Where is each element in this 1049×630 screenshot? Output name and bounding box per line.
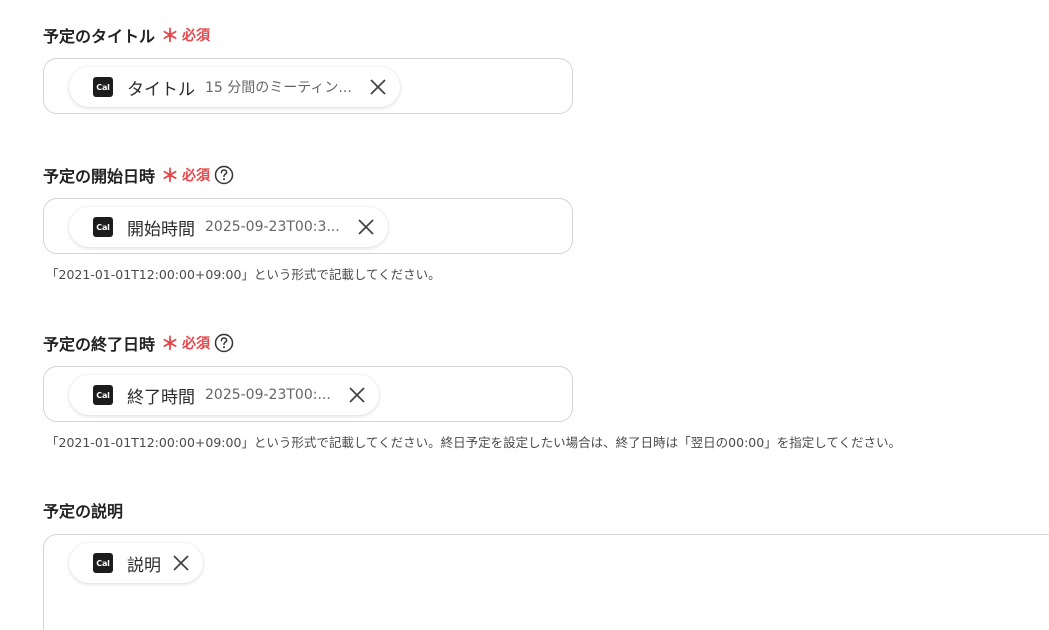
chip-value: 15 分間のミーティン... [205,80,352,96]
title-field-label: 予定のタイトル ＊ 必須 [43,22,210,48]
help-icon[interactable] [214,165,234,185]
close-icon[interactable] [368,77,388,97]
cal-logo-icon: Cal [93,385,113,405]
cal-logo-icon: Cal [93,77,113,97]
chip-name: 終了時間 [127,387,195,408]
required-star: ＊ [161,166,180,187]
close-icon[interactable] [347,385,367,405]
required-star: ＊ [161,26,180,47]
end-label-text: 予定の終了日時 [43,335,156,354]
close-icon[interactable] [171,553,191,573]
chip-name: タイトル [127,79,195,100]
cal-logo-icon: Cal [93,553,113,573]
cal-logo-icon: Cal [93,217,113,237]
required-star: ＊ [161,334,180,355]
required-badge: 必須 [182,168,211,184]
title-label-text: 予定のタイトル [43,27,156,46]
chip-name: 開始時間 [127,219,195,240]
form-page: 予定のタイトル ＊ 必須 Cal タイトル 15 分間のミーティン... 予定の… [0,0,1049,630]
close-icon[interactable] [356,217,376,237]
start-variable-chip[interactable]: Cal 開始時間 2025-09-23T00:3... [69,207,388,247]
start-datetime-input[interactable]: Cal 開始時間 2025-09-23T00:3... [43,198,573,254]
end-format-hint: 「2021-01-01T12:00:00+09:00」という形式で記載してくださ… [46,435,901,450]
chip-value: 2025-09-23T00:3... [205,219,340,235]
description-textarea[interactable]: Cal 説明 [43,534,1049,630]
end-datetime-input[interactable]: Cal 終了時間 2025-09-23T00:... [43,366,573,422]
start-label-text: 予定の開始日時 [43,167,156,186]
title-input[interactable]: Cal タイトル 15 分間のミーティン... [43,58,573,114]
end-variable-chip[interactable]: Cal 終了時間 2025-09-23T00:... [69,375,379,415]
required-badge: 必須 [182,336,211,352]
description-variable-chip[interactable]: Cal 説明 [69,543,203,583]
description-field-label: 予定の説明 [43,498,123,522]
start-field-label: 予定の開始日時 ＊ 必須 [43,162,234,188]
title-variable-chip[interactable]: Cal タイトル 15 分間のミーティン... [69,67,400,107]
description-label-text: 予定の説明 [43,502,124,521]
help-icon[interactable] [214,333,234,353]
start-format-hint: 「2021-01-01T12:00:00+09:00」という形式で記載してくださ… [46,267,441,282]
chip-name: 説明 [127,555,161,576]
end-field-label: 予定の終了日時 ＊ 必須 [43,330,234,356]
chip-value: 2025-09-23T00:... [205,387,331,403]
required-badge: 必須 [182,28,211,44]
